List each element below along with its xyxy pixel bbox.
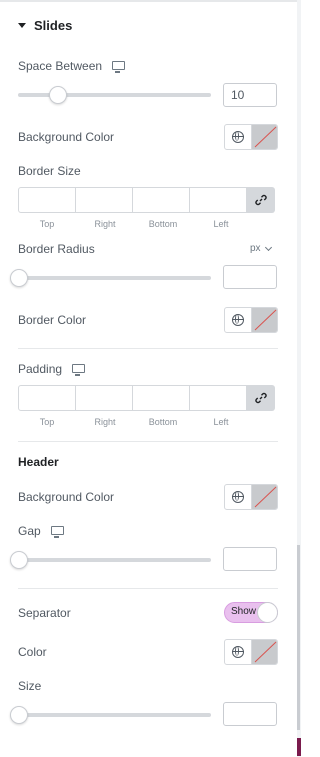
scrollbar-thumb[interactable] [297, 545, 300, 730]
border-size-top-input[interactable] [18, 187, 76, 213]
padding-text: Padding [18, 362, 63, 376]
space-between-label: Space Between [18, 59, 126, 73]
style-panel: Slides Space Between 10 Background Color… [0, 0, 297, 757]
no-color-swatch-icon [254, 126, 277, 148]
border-radius-label: Border Radius [18, 242, 95, 256]
dim-label-right: Right [94, 219, 116, 229]
link-values-button[interactable] [247, 187, 275, 213]
border-color-label: Border Color [18, 313, 87, 327]
divider [18, 441, 278, 442]
color-swatch[interactable] [252, 308, 277, 332]
border-size-dim-labels: Top Right Bottom Left [18, 219, 250, 229]
section-header-slides[interactable]: Slides [18, 18, 72, 33]
border-size-left-input[interactable] [189, 187, 247, 213]
chevron-down-icon [264, 243, 272, 251]
dim-label-bottom: Bottom [148, 219, 178, 229]
dim-label-right: Right [94, 417, 116, 427]
padding-dimensions [18, 385, 278, 411]
color-swatch[interactable] [252, 485, 277, 509]
global-colors-button[interactable] [225, 640, 252, 664]
separator-size-label: Size [18, 679, 42, 693]
link-icon [255, 392, 267, 404]
color-swatch[interactable] [252, 125, 277, 149]
background-color-label: Background Color [18, 130, 115, 144]
header-heading: Header [18, 455, 59, 469]
scroll-marker [297, 738, 301, 756]
padding-left-input[interactable] [189, 385, 247, 411]
globe-icon [232, 491, 244, 503]
gap-text: Gap [18, 524, 41, 538]
monitor-icon[interactable] [112, 60, 126, 73]
divider [18, 348, 278, 349]
padding-top-input[interactable] [18, 385, 76, 411]
global-colors-button[interactable] [225, 125, 252, 149]
separator-size-input[interactable] [223, 702, 277, 726]
gap-input[interactable] [223, 547, 277, 571]
toggle-knob [257, 602, 278, 623]
padding-dim-labels: Top Right Bottom Left [18, 417, 250, 427]
padding-right-input[interactable] [75, 385, 133, 411]
divider [18, 588, 278, 589]
background-color-control [224, 124, 278, 150]
link-values-button[interactable] [247, 385, 275, 411]
dim-label-top: Top [39, 417, 55, 427]
dim-label-left: Left [213, 219, 229, 229]
dim-label-top: Top [39, 219, 55, 229]
caret-down-icon [18, 23, 26, 28]
border-color-control [224, 307, 278, 333]
border-size-right-input[interactable] [75, 187, 133, 213]
header-background-label: Background Color [18, 490, 115, 504]
globe-icon [232, 131, 244, 143]
header-background-control [224, 484, 278, 510]
globe-icon [232, 314, 244, 326]
no-color-swatch-icon [254, 309, 277, 331]
border-radius-slider[interactable] [10, 269, 211, 287]
unit-selector[interactable]: px [250, 243, 272, 254]
global-colors-button[interactable] [225, 308, 252, 332]
dim-label-bottom: Bottom [148, 417, 178, 427]
separator-size-slider[interactable] [10, 706, 211, 724]
border-size-dimensions [18, 187, 278, 213]
no-color-swatch-icon [254, 641, 277, 663]
globe-icon [232, 646, 244, 658]
slider-handle[interactable] [48, 86, 67, 104]
slider-handle[interactable] [10, 551, 28, 569]
padding-label: Padding [18, 362, 86, 376]
slider-handle[interactable] [10, 269, 28, 287]
separator-color-control [224, 639, 278, 665]
separator-toggle[interactable]: Show [224, 602, 278, 623]
section-title: Slides [34, 18, 73, 33]
no-color-swatch-icon [254, 486, 277, 508]
color-swatch[interactable] [252, 640, 277, 664]
separator-color-label: Color [18, 645, 47, 659]
space-between-text: Space Between [18, 59, 103, 73]
dim-label-left: Left [213, 417, 229, 427]
space-between-slider[interactable] [18, 86, 211, 104]
space-between-input[interactable]: 10 [223, 83, 277, 107]
gap-label: Gap [18, 524, 64, 538]
link-icon [255, 194, 267, 206]
toggle-label: Show [231, 606, 257, 617]
border-size-bottom-input[interactable] [132, 187, 190, 213]
border-radius-input[interactable] [223, 265, 277, 289]
global-colors-button[interactable] [225, 485, 252, 509]
gap-slider[interactable] [10, 551, 211, 569]
top-border [0, 0, 297, 2]
monitor-icon[interactable] [50, 525, 64, 538]
slider-handle[interactable] [10, 706, 28, 724]
panel-scrollbar[interactable] [297, 0, 301, 757]
separator-label: Separator [18, 606, 71, 620]
padding-bottom-input[interactable] [132, 385, 190, 411]
border-size-label: Border Size [18, 164, 81, 178]
monitor-icon[interactable] [72, 363, 86, 376]
unit-text: px [250, 243, 261, 254]
